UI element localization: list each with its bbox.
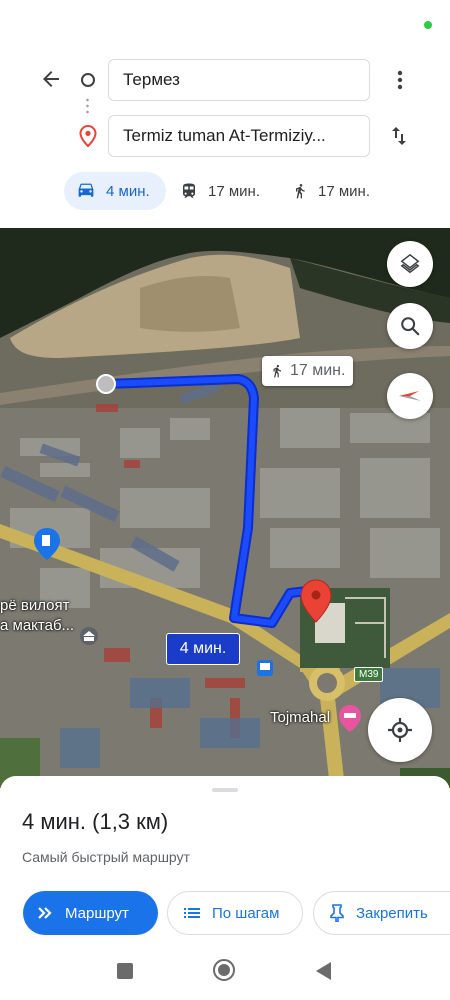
- mode-walking-label: 17 мин.: [318, 182, 370, 200]
- origin-circle-icon: [81, 73, 95, 87]
- steps-button[interactable]: По шагам: [167, 891, 303, 935]
- navigation-chevrons-icon: [38, 907, 52, 919]
- start-route-button[interactable]: Маршрут: [23, 891, 158, 935]
- destination-pin-icon: [79, 125, 97, 147]
- mode-transit-label: 17 мин.: [208, 182, 260, 200]
- walking-time-text: 17 мин.: [290, 362, 346, 379]
- map-layers-button[interactable]: [387, 241, 433, 287]
- map-place-text-1: рё вилоят: [0, 597, 70, 614]
- driving-time-label[interactable]: 4 мин.: [166, 633, 240, 665]
- mode-walking-tab[interactable]: 17 мин.: [292, 172, 370, 210]
- route-connector: [86, 97, 89, 117]
- swap-route-button[interactable]: [384, 121, 414, 151]
- map-view[interactable]: 17 мин. 4 мин. рё вилоят а мактаб... Toj…: [0, 228, 450, 788]
- walking-alternative-label[interactable]: 17 мин.: [262, 356, 354, 386]
- mode-transit-tab[interactable]: 17 мин.: [180, 172, 260, 210]
- my-location-button[interactable]: [368, 698, 432, 762]
- search-along-route-button[interactable]: [387, 303, 433, 349]
- home-button[interactable]: [213, 959, 235, 981]
- system-back-button[interactable]: [316, 962, 331, 980]
- mode-driving-label: 4 мин.: [106, 182, 150, 200]
- transit-icon: [183, 183, 195, 198]
- compass-icon: [399, 391, 421, 401]
- layers-icon: [400, 253, 420, 274]
- walk-icon: [273, 364, 282, 378]
- walk-icon: [296, 184, 305, 199]
- car-icon: [78, 183, 94, 197]
- back-button[interactable]: [36, 64, 66, 94]
- origin-input[interactable]: Термез: [108, 59, 370, 101]
- my-location-icon: [388, 718, 412, 742]
- recent-apps-button[interactable]: [117, 963, 133, 979]
- road-shield: M39: [354, 667, 384, 682]
- pin-route-button[interactable]: Закрепить: [313, 891, 450, 935]
- pin-label: Закрепить: [356, 904, 428, 922]
- swap-vert-icon: [392, 127, 406, 145]
- steps-label: По шагам: [212, 904, 280, 922]
- place-label-tojmahal[interactable]: Tojmahal: [270, 709, 330, 726]
- route-description: Самый быстрый маршрут: [22, 849, 190, 865]
- search-icon: [401, 317, 420, 336]
- start-route-label: Маршрут: [65, 904, 129, 922]
- compass-button[interactable]: [387, 373, 433, 419]
- destination-input[interactable]: Termiz tuman At-Termiziy...: [108, 115, 370, 157]
- list-icon: [184, 908, 200, 918]
- sheet-drag-handle[interactable]: [212, 788, 238, 792]
- mode-driving-tab[interactable]: 4 мин.: [64, 172, 166, 210]
- arrow-back-icon: [43, 71, 59, 87]
- school-icon: [80, 627, 98, 645]
- route-duration: 4 мин. (1,3 км): [22, 809, 169, 834]
- map-place-text-2: а мактаб...: [0, 617, 75, 634]
- notification-dot: [424, 21, 432, 29]
- more-vert-icon: [397, 70, 403, 90]
- more-options-button[interactable]: [386, 66, 414, 94]
- bus-stop-icon: [257, 660, 273, 676]
- pin-icon: [330, 904, 344, 922]
